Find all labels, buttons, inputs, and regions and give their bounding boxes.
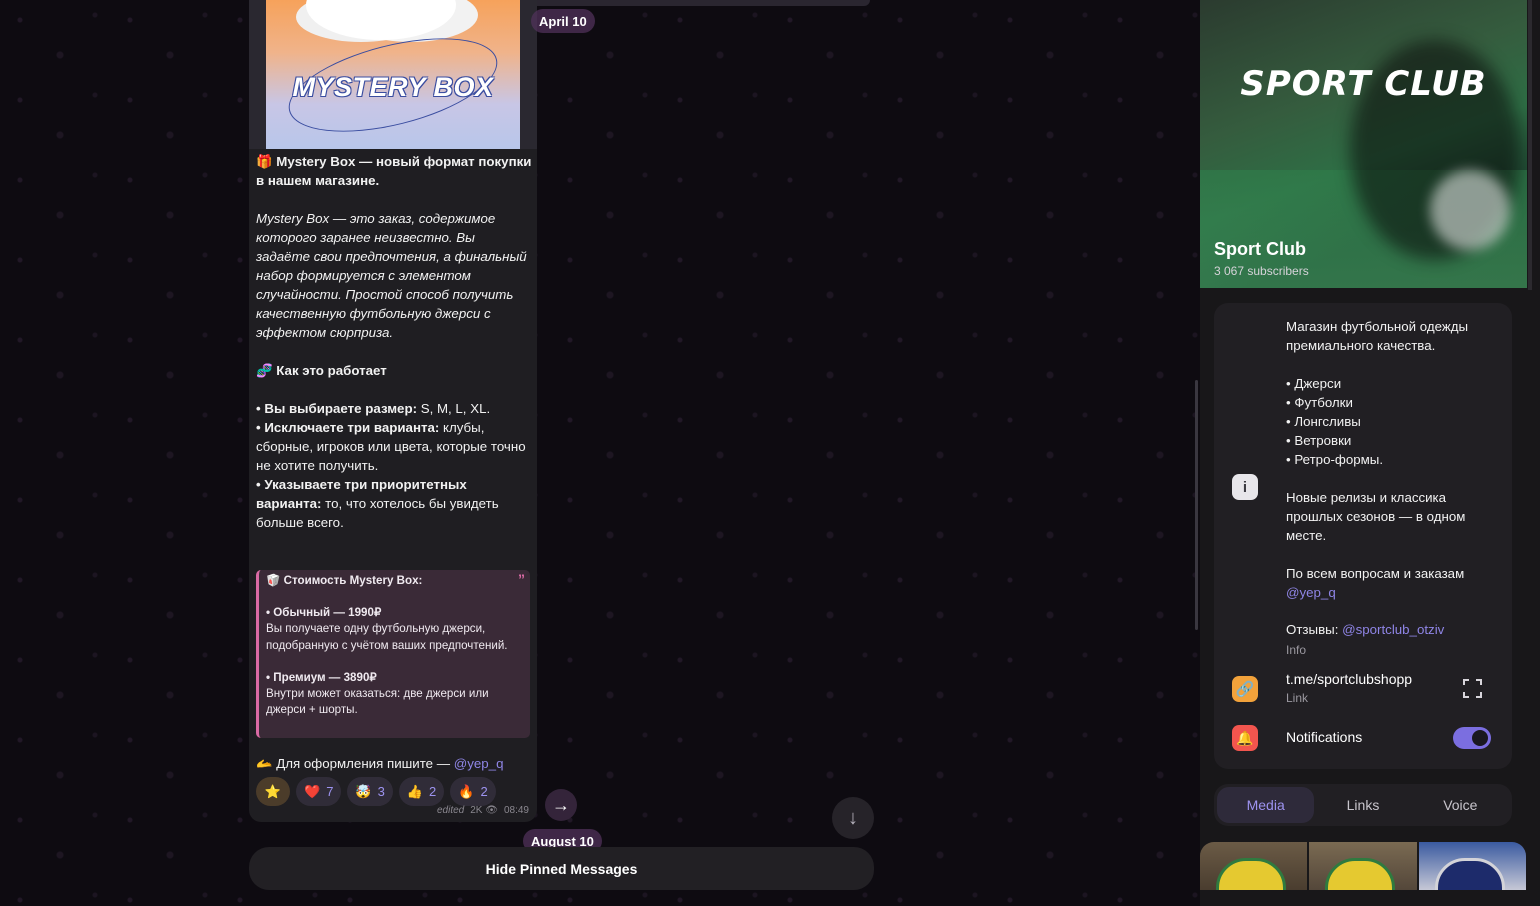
- ball-graphic: [1430, 170, 1510, 250]
- jersey-graphic: [1325, 858, 1396, 890]
- fire-icon: 🔥: [458, 783, 475, 799]
- panel-scrollbar[interactable]: [1528, 0, 1532, 290]
- price-quote-block: ” 🥡 Стоимость Mystery Box: • Обычный — 1…: [256, 570, 530, 738]
- star-icon: ⭐: [264, 783, 282, 799]
- message-photo[interactable]: MYSTERY BOX: [249, 0, 537, 149]
- reviews-link[interactable]: @sportclub_otziv: [1342, 622, 1444, 637]
- desc-intro: Магазин футбольной одежды премиального к…: [1286, 319, 1469, 353]
- tier-premium: • Премиум — 3890₽ Внутри может оказаться…: [266, 670, 522, 719]
- channel-cover: SPORT CLUB Sport Club 3 067 subscribers: [1200, 0, 1527, 288]
- mystery-box-image: MYSTERY BOX: [266, 0, 520, 149]
- tier-regular-title: • Обычный — 1990₽: [266, 606, 382, 620]
- intro-line: 🎁 Mystery Box — новый формат покупки в н…: [256, 152, 532, 190]
- arrow-down-icon: ↓: [848, 806, 858, 829]
- reaction-mindblown[interactable]: 🤯 3: [347, 777, 393, 806]
- dna-icon: 🧬: [256, 363, 273, 378]
- scroll-down-button[interactable]: ↓: [832, 797, 874, 839]
- intro-text: Mystery Box — новый формат покупки в наш…: [256, 154, 532, 188]
- reaction-fire[interactable]: 🔥 2: [450, 777, 496, 806]
- step-1: • Вы выбираете размер: S, M, L, XL.: [256, 401, 491, 416]
- bell-icon: 🔔: [1232, 725, 1258, 751]
- tier-regular: • Обычный — 1990₽ Вы получаете одну футб…: [266, 605, 522, 654]
- tier-regular-desc: Вы получаете одну футбольную джерси, под…: [266, 622, 508, 652]
- toggle-knob: [1472, 730, 1488, 746]
- heart-icon: ❤️: [304, 783, 321, 799]
- reaction-star[interactable]: ⭐: [256, 777, 290, 806]
- channel-title: Sport Club: [1214, 239, 1306, 259]
- subscriber-count: 3 067 subscribers: [1214, 264, 1309, 278]
- arrow-right-icon: →: [552, 794, 570, 815]
- forward-button[interactable]: →: [545, 789, 577, 821]
- eye-icon: 👁: [485, 805, 498, 816]
- media-thumbnail[interactable]: [1200, 842, 1308, 890]
- link-icon: 🔗: [1232, 676, 1258, 702]
- image-title: MYSTERY BOX: [292, 72, 494, 102]
- message-text: 🎁 Mystery Box — новый формат покупки в н…: [256, 152, 532, 532]
- contact-handle-link[interactable]: @yep_q: [454, 756, 504, 771]
- qr-code-icon[interactable]: [1463, 679, 1482, 698]
- media-tabs: Media Links Voice: [1214, 784, 1512, 826]
- tab-voice[interactable]: Voice: [1412, 787, 1509, 823]
- reaction-count: 7: [326, 784, 334, 799]
- reaction-count: 3: [377, 784, 385, 799]
- tier-premium-title: • Премиум — 3890₽: [266, 670, 377, 684]
- thumbsup-icon: 👍: [406, 783, 424, 799]
- views-count: 2K 👁: [470, 805, 498, 816]
- media-thumbnail[interactable]: [1418, 842, 1526, 890]
- steps-list: • Вы выбираете размер: S, M, L, XL. • Ис…: [256, 399, 532, 532]
- info-icon: i: [1232, 474, 1258, 500]
- message-time: 08:49: [503, 805, 529, 816]
- brand-logo: SPORT CLUB: [1240, 64, 1487, 104]
- jersey-graphic: [1216, 858, 1286, 890]
- tab-media[interactable]: Media: [1217, 787, 1315, 823]
- reactions-bar: ⭐ ❤️ 7 🤯 3 👍 2 🔥 2: [256, 777, 496, 806]
- reaction-heart[interactable]: ❤️ 7: [296, 777, 342, 806]
- reaction-count: 2: [429, 784, 437, 799]
- mindblown-icon: 🤯: [355, 783, 372, 799]
- step-3: • Указываете три приоритетных варианта: …: [256, 477, 499, 530]
- link-label: Link: [1286, 691, 1309, 705]
- media-grid: [1200, 842, 1526, 890]
- desc-contacts: По всем вопросам и заказам @yep_q: [1286, 566, 1465, 600]
- notifications-toggle[interactable]: [1453, 727, 1491, 749]
- contact-line: 🫴 Для оформления пишите — @yep_q: [256, 756, 504, 771]
- contact-handle-link[interactable]: @yep_q: [1286, 585, 1336, 600]
- reaction-thumbsup[interactable]: 👍 2: [398, 777, 445, 806]
- cloud-graphic: [306, 0, 456, 40]
- italic-paragraph: Mystery Box — это заказ, содержимое кото…: [256, 211, 527, 340]
- notifications-label: Notifications: [1286, 729, 1363, 745]
- reaction-count: 2: [480, 784, 488, 799]
- product-list: • Джерси • Футболки • Лонгсливы • Ветров…: [1286, 376, 1384, 467]
- channel-link[interactable]: t.me/sportclubshopp: [1286, 671, 1412, 687]
- info-card: i Магазин футбольной одежды премиального…: [1214, 303, 1512, 769]
- desc-releases: Новые релизы и классика прошлых сезонов …: [1286, 490, 1466, 543]
- channel-description: Магазин футбольной одежды премиального к…: [1286, 317, 1501, 660]
- tier-premium-desc: Внутри может оказаться: две джерси или д…: [266, 687, 489, 717]
- message-bubble[interactable]: MYSTERY BOX 🎁 Mystery Box — новый формат…: [249, 0, 537, 822]
- gift-icon: 🎁: [256, 154, 273, 169]
- date-badge-top: April 10: [531, 9, 595, 33]
- edited-label: edited: [437, 805, 465, 816]
- how-it-works-heading: 🧬 Как это работает: [256, 361, 532, 380]
- tab-links[interactable]: Links: [1314, 787, 1411, 823]
- hide-pinned-button[interactable]: Hide Pinned Messages: [249, 847, 874, 890]
- jersey-graphic: [1434, 858, 1505, 890]
- reviews-line: Отзывы: @sportclub_otziv: [1286, 622, 1445, 637]
- step-2: • Исключаете три варианта: клубы, сборны…: [256, 420, 526, 473]
- info-label: Info: [1286, 643, 1307, 657]
- chat-background: [0, 0, 1200, 906]
- quote-title: 🥡 Стоимость Mystery Box:: [266, 574, 423, 587]
- chat-scrollbar[interactable]: [1195, 380, 1198, 630]
- media-thumbnail[interactable]: [1309, 842, 1417, 890]
- message-meta: edited 2K 👁 08:49: [437, 805, 529, 816]
- quote-icon: ”: [518, 571, 525, 587]
- how-title: Как это работает: [276, 363, 387, 378]
